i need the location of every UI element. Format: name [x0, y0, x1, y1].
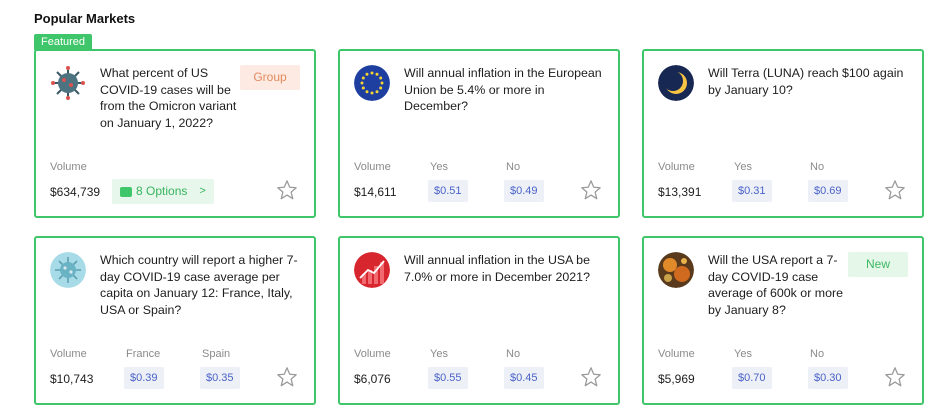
eu-flag-icon: [354, 65, 390, 101]
new-badge: New: [848, 252, 908, 277]
volume-value: $14,611: [354, 185, 397, 199]
covid-virus-icon: [50, 65, 86, 101]
france-label: France: [126, 348, 161, 360]
market-question[interactable]: Will annual inflation in the European Un…: [404, 65, 604, 115]
terra-luna-icon: [658, 65, 694, 101]
volume-value: $634,739: [50, 185, 101, 199]
star-icon[interactable]: [884, 179, 906, 201]
market-card-terra-luna[interactable]: Will Terra (LUNA) reach $100 again by Ja…: [642, 49, 924, 218]
star-icon[interactable]: [580, 179, 602, 201]
spain-price-button[interactable]: $0.35: [200, 367, 240, 389]
star-icon[interactable]: [884, 366, 906, 388]
star-icon[interactable]: [276, 366, 298, 388]
no-label: No: [506, 348, 521, 360]
no-label: No: [810, 161, 825, 173]
volume-label: Volume: [658, 348, 695, 360]
volume-label: Volume: [354, 348, 391, 360]
france-price-button[interactable]: $0.39: [124, 367, 164, 389]
market-question[interactable]: Will the USA report a 7-day COVID-19 cas…: [708, 252, 848, 318]
yes-label: Yes: [430, 161, 448, 173]
volume-value: $10,743: [50, 372, 94, 386]
options-icon: [120, 186, 132, 197]
yes-price-button[interactable]: $0.51: [428, 180, 468, 202]
volume-value: $5,969: [658, 372, 695, 386]
volume-label: Volume: [50, 161, 87, 173]
yes-label: Yes: [430, 348, 448, 360]
group-badge: Group: [240, 65, 300, 90]
volume-label: Volume: [658, 161, 695, 173]
covid-virus-blue-icon: [50, 252, 86, 288]
covid-virus-orange-icon: [658, 252, 694, 288]
yes-price-button[interactable]: $0.70: [732, 367, 772, 389]
featured-tag: Featured: [34, 34, 93, 50]
no-label: No: [810, 348, 825, 360]
market-question[interactable]: What percent of US COVID-19 cases will b…: [100, 65, 240, 131]
market-question[interactable]: Will annual inflation in the USA be 7.0%…: [404, 252, 599, 285]
yes-label: Yes: [734, 348, 752, 360]
yes-price-button[interactable]: $0.55: [428, 367, 468, 389]
chevron-right-icon: >: [199, 185, 206, 197]
spain-label: Spain: [202, 348, 231, 360]
star-icon[interactable]: [276, 179, 298, 201]
market-card-country-covid[interactable]: Which country will report a higher 7-day…: [34, 236, 316, 405]
no-price-button[interactable]: $0.69: [808, 180, 848, 202]
no-price-button[interactable]: $0.45: [504, 367, 544, 389]
no-price-button[interactable]: $0.49: [504, 180, 544, 202]
options-label: 8 Options: [136, 184, 188, 198]
market-question[interactable]: Will Terra (LUNA) reach $100 again by Ja…: [708, 65, 913, 98]
star-icon[interactable]: [580, 366, 602, 388]
volume-value: $6,076: [354, 372, 391, 386]
market-card-usa-covid-600k[interactable]: Will the USA report a 7-day COVID-19 cas…: [642, 236, 924, 405]
market-question[interactable]: Which country will report a higher 7-day…: [100, 252, 305, 318]
market-card-omicron[interactable]: What percent of US COVID-19 cases will b…: [34, 49, 316, 218]
inflation-chart-icon: [354, 252, 390, 288]
options-button[interactable]: 8 Options >: [112, 179, 214, 204]
no-price-button[interactable]: $0.30: [808, 367, 848, 389]
yes-price-button[interactable]: $0.31: [732, 180, 772, 202]
volume-label: Volume: [50, 348, 87, 360]
volume-value: $13,391: [658, 185, 702, 199]
volume-label: Volume: [354, 161, 391, 173]
yes-label: Yes: [734, 161, 752, 173]
market-card-us-inflation[interactable]: Will annual inflation in the USA be 7.0%…: [338, 236, 620, 405]
no-label: No: [506, 161, 521, 173]
section-title: Popular Markets: [34, 11, 136, 26]
market-card-eu-inflation[interactable]: Will annual inflation in the European Un…: [338, 49, 620, 218]
